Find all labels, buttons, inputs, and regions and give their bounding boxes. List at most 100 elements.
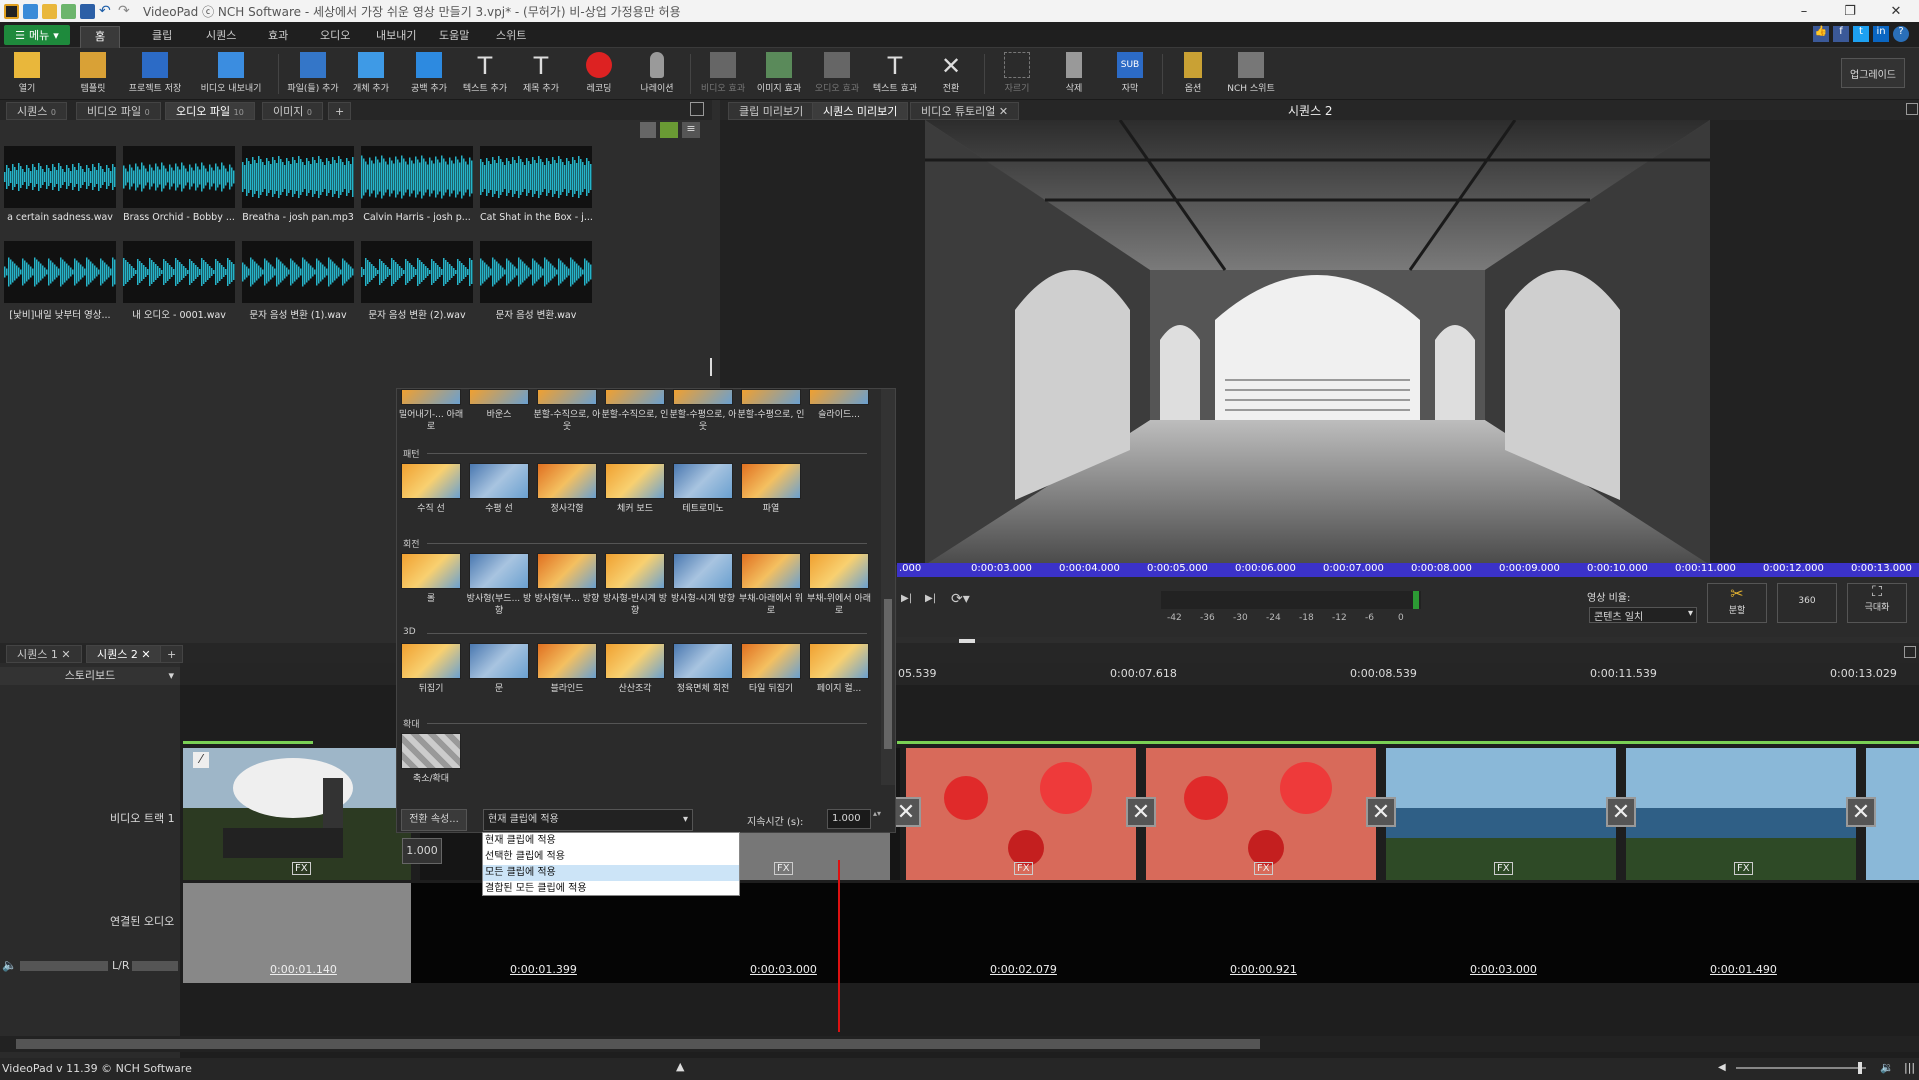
- transition-thumbnail[interactable]: [809, 643, 869, 679]
- transition-thumbnail[interactable]: [469, 389, 529, 405]
- transition-thumbnail[interactable]: [741, 463, 801, 499]
- tab-bin-audio[interactable]: 오디오 파일 10: [165, 102, 255, 120]
- twitter-icon[interactable]: t: [1853, 26, 1869, 42]
- video-clip-flowers-2[interactable]: [1146, 748, 1376, 880]
- new-file-icon[interactable]: [23, 3, 38, 19]
- transition-thumbnail[interactable]: [673, 643, 733, 679]
- tab-video-tutorial[interactable]: 비디오 튜토리얼 ✕: [910, 102, 1020, 120]
- text-effects-button[interactable]: T 텍스트 효과: [868, 52, 922, 98]
- delete-button[interactable]: 삭제: [1047, 52, 1101, 98]
- minimize-button[interactable]: –: [1781, 0, 1827, 22]
- transition-thumbnail[interactable]: [741, 553, 801, 589]
- save-project-button[interactable]: 프로젝트 저장: [128, 52, 182, 98]
- clip-duration[interactable]: 0:00:03.000: [1470, 963, 1537, 976]
- audio-clip-item[interactable]: 문자 음성 변환 (2).wav: [361, 241, 473, 321]
- apply-select[interactable]: 현재 클립에 적용 ▾: [483, 809, 693, 831]
- fx-badge[interactable]: FX: [1734, 862, 1753, 875]
- tab-clip-preview[interactable]: 클립 미리보기: [728, 102, 815, 120]
- clip-duration[interactable]: 0:00:01.490: [1710, 963, 1777, 976]
- tab-export[interactable]: 내보내기: [362, 26, 430, 48]
- add-title-button[interactable]: T 제목 추가: [514, 52, 568, 98]
- transition-thumbnail[interactable]: [401, 389, 461, 405]
- add-bin-tab-button[interactable]: +: [328, 102, 352, 120]
- open-icon[interactable]: [61, 3, 76, 19]
- subtitle-button[interactable]: SUB 자막: [1103, 52, 1157, 98]
- transition-thumbnail[interactable]: [537, 389, 597, 405]
- transition-thumbnail[interactable]: [741, 643, 801, 679]
- tab-effects[interactable]: 효과: [254, 26, 302, 48]
- tab-clip[interactable]: 클립: [138, 26, 186, 48]
- tab-help[interactable]: 도움말: [425, 26, 483, 48]
- transition-thumbnail[interactable]: [809, 553, 869, 589]
- transition-thumbnail[interactable]: [401, 643, 461, 679]
- tab-suite[interactable]: 스위트: [482, 26, 540, 48]
- storyboard-toggle[interactable]: 스토리보드 ▾: [0, 667, 180, 685]
- vr360-button[interactable]: 360: [1777, 583, 1837, 623]
- transition-thumbnail[interactable]: [605, 389, 665, 405]
- narration-button[interactable]: 나레이션: [630, 52, 684, 98]
- list-view-icon[interactable]: ≡: [682, 122, 700, 138]
- transition-thumbnail[interactable]: [605, 463, 665, 499]
- apply-option[interactable]: 현재 클립에 적용: [483, 833, 739, 849]
- save-icon[interactable]: [80, 3, 95, 19]
- loop-icon[interactable]: ⟳▾: [951, 591, 981, 611]
- transition-thumbnail[interactable]: [401, 733, 461, 769]
- transition-properties-button[interactable]: 전환 속성...: [401, 809, 467, 831]
- tab-sequence-1[interactable]: 시퀀스 1 ✕: [6, 645, 82, 663]
- undock-icon[interactable]: [1906, 103, 1918, 115]
- transition-thumbnail[interactable]: [537, 553, 597, 589]
- zoom-slider[interactable]: [1736, 1062, 1866, 1074]
- tab-sequence-2[interactable]: 시퀀스 2 ✕: [86, 645, 162, 663]
- audio-clip-item[interactable]: 문자 음성 변환.wav: [480, 241, 592, 321]
- trim-button[interactable]: 자르기: [990, 52, 1044, 98]
- undock-icon[interactable]: [690, 102, 704, 116]
- undo-icon[interactable]: ↶: [99, 4, 114, 19]
- tab-bin-video[interactable]: 비디오 파일 0: [76, 102, 161, 120]
- bin-splitter[interactable]: [710, 358, 712, 376]
- transition-thumbnail[interactable]: [673, 463, 733, 499]
- volume-icon[interactable]: 🔉: [1880, 1061, 1894, 1074]
- add-folder-icon[interactable]: [660, 122, 678, 138]
- next-frame-icon[interactable]: ▶|: [901, 593, 921, 611]
- aspect-select[interactable]: 콘텐츠 일치 ▾: [1589, 607, 1697, 623]
- transition-thumbnail[interactable]: [605, 553, 665, 589]
- panel-scrollbar[interactable]: [881, 389, 895, 785]
- image-effects-button[interactable]: 이미지 효과: [752, 52, 806, 98]
- restore-button[interactable]: ❐: [1827, 0, 1873, 22]
- audio-clip-item[interactable]: Brass Orchid - Bobby ...: [123, 146, 235, 223]
- tab-sequence[interactable]: 시퀀스: [192, 26, 250, 48]
- transition-thumbnail[interactable]: [673, 553, 733, 589]
- transition-thumbnail[interactable]: [605, 643, 665, 679]
- transition-thumbnail[interactable]: [469, 553, 529, 589]
- add-sequence-tab-button[interactable]: +: [160, 645, 184, 663]
- transition-thumbnail[interactable]: [401, 553, 461, 589]
- audio-clip-item[interactable]: [낯비]내일 낮부터 영상...: [4, 241, 116, 321]
- fullscreen-button[interactable]: ⛶ 극대화: [1847, 583, 1907, 623]
- transition-marker-2[interactable]: ✕: [1126, 797, 1156, 827]
- tab-audio[interactable]: 오디오: [306, 26, 364, 48]
- export-video-button[interactable]: 비디오 내보내기: [201, 52, 261, 98]
- split-button[interactable]: ✂ 분할: [1707, 583, 1767, 623]
- like-icon[interactable]: 👍: [1813, 26, 1829, 42]
- redo-icon[interactable]: ↷: [118, 4, 133, 19]
- transition-thumbnail[interactable]: [741, 389, 801, 405]
- add-files-button[interactable]: 파일(들) 추가: [286, 52, 340, 98]
- audio-clip-item[interactable]: a certain sadness.wav: [4, 146, 116, 223]
- template-button[interactable]: 템플릿: [66, 52, 120, 98]
- clip-duration[interactable]: 0:00:01.399: [510, 963, 577, 976]
- preview-timeline-ruler[interactable]: .000 0:00:03.000 0:00:04.000 0:00:05.000 0:0…: [897, 563, 1919, 577]
- fx-badge[interactable]: FX: [1254, 862, 1273, 875]
- transition-thumbnail[interactable]: [537, 643, 597, 679]
- trim-icon[interactable]: ⁄: [193, 752, 209, 768]
- tab-bin-sequences[interactable]: 시퀀스 0: [6, 102, 67, 120]
- transition-thumbnail[interactable]: [401, 463, 461, 499]
- transition-thumbnail[interactable]: [809, 389, 869, 405]
- fx-badge[interactable]: FX: [1494, 862, 1513, 875]
- audio-clip-item[interactable]: Breatha - josh pan.mp3: [242, 146, 354, 223]
- clip-duration[interactable]: 0:00:03.000: [750, 963, 817, 976]
- clip-duration[interactable]: 0:00:01.140: [270, 963, 337, 976]
- video-clip-coast-1[interactable]: [1386, 748, 1616, 880]
- tab-sequence-preview[interactable]: 시퀀스 미리보기: [812, 102, 909, 120]
- close-button[interactable]: ✕: [1873, 0, 1919, 22]
- transition-thumbnail[interactable]: [469, 463, 529, 499]
